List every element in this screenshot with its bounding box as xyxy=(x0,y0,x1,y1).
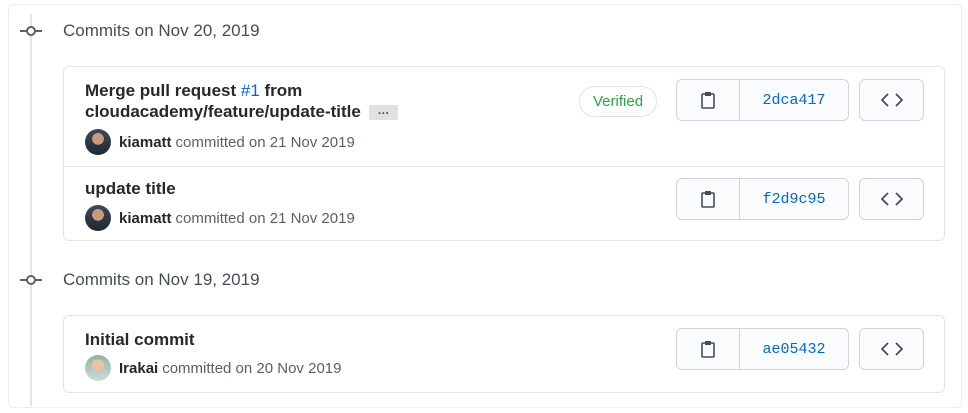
sha-button-group: 2dca417 xyxy=(676,79,849,121)
author-link[interactable]: kiamatt xyxy=(119,210,172,227)
author-link[interactable]: kiamatt xyxy=(119,134,172,151)
pull-request-link[interactable]: #1 xyxy=(241,81,260,100)
commit-list: Initial commit Irakai committed on 20 No… xyxy=(63,315,945,393)
commit-date: committed on 21 Nov 2019 xyxy=(175,133,355,151)
code-icon xyxy=(880,93,903,107)
commit-title-link[interactable]: cloudacademy/feature/update-title xyxy=(85,102,361,121)
commit-group-title: Commits on Nov 19, 2019 xyxy=(63,270,260,289)
commit-title-link[interactable]: Initial commit xyxy=(85,329,195,350)
copy-sha-button[interactable] xyxy=(677,179,740,219)
commit-date: committed on 21 Nov 2019 xyxy=(175,209,355,227)
sha-button-group: f2d9c95 xyxy=(676,178,849,220)
avatar[interactable] xyxy=(85,205,111,231)
author-link[interactable]: Irakai xyxy=(119,360,158,377)
commit-title: Merge pull request #1 from cloudacademy/… xyxy=(85,80,398,122)
sha-button-group: ae05432 xyxy=(676,328,849,370)
timeline-line xyxy=(30,14,32,406)
commit-item: Merge pull request #1 from cloudacademy/… xyxy=(64,67,944,166)
commit-date: committed on 20 Nov 2019 xyxy=(162,359,342,377)
expand-message-button[interactable]: … xyxy=(368,104,398,121)
git-commit-icon xyxy=(20,24,42,38)
copy-sha-button[interactable] xyxy=(677,80,740,120)
clipboard-icon xyxy=(701,91,715,109)
commit-meta: Irakai committed on 20 Nov 2019 xyxy=(85,355,341,381)
commit-sha-link[interactable]: ae05432 xyxy=(740,329,848,369)
commit-meta: kiamatt committed on 21 Nov 2019 xyxy=(85,205,355,231)
git-commit-icon xyxy=(20,273,42,287)
clipboard-icon xyxy=(701,190,715,208)
code-icon xyxy=(880,192,903,206)
copy-sha-button[interactable] xyxy=(677,329,740,369)
browse-repo-button[interactable] xyxy=(859,79,924,121)
commit-item: Initial commit Irakai committed on 20 No… xyxy=(64,316,944,392)
commit-group-title: Commits on Nov 20, 2019 xyxy=(63,21,260,40)
commit-sha-link[interactable]: 2dca417 xyxy=(740,80,848,120)
commit-group-header: Commits on Nov 20, 2019 xyxy=(20,18,260,44)
avatar[interactable] xyxy=(85,355,111,381)
commit-meta: kiamatt committed on 21 Nov 2019 xyxy=(85,129,355,155)
browse-repo-button[interactable] xyxy=(859,328,924,370)
commit-title-link[interactable]: update title xyxy=(85,178,176,199)
commit-list: Merge pull request #1 from cloudacademy/… xyxy=(63,66,945,241)
commit-sha-link[interactable]: f2d9c95 xyxy=(740,179,848,219)
clipboard-icon xyxy=(701,340,715,358)
commit-item: update title kiamatt committed on 21 Nov… xyxy=(64,166,944,241)
code-icon xyxy=(880,342,903,356)
commit-group-header: Commits on Nov 19, 2019 xyxy=(20,267,260,293)
avatar[interactable] xyxy=(85,129,111,155)
browse-repo-button[interactable] xyxy=(859,178,924,220)
verified-badge[interactable]: Verified xyxy=(579,86,658,117)
